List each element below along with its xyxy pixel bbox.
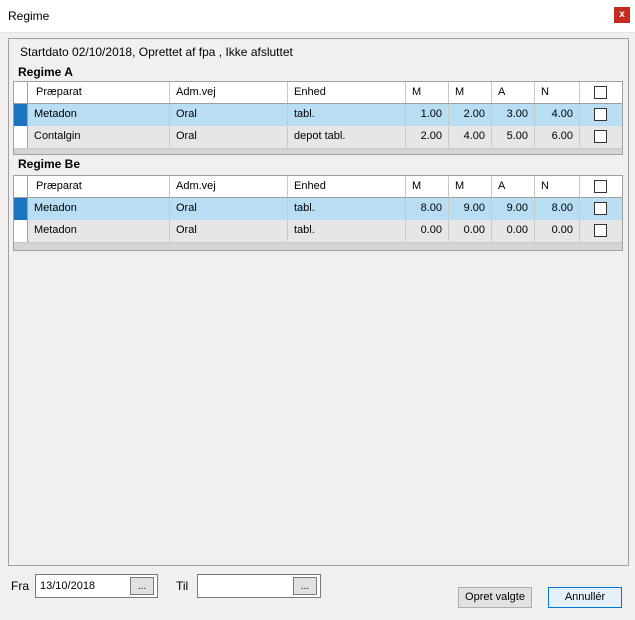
cell-m2[interactable]: 4.00 [449,126,492,147]
col-select-all [580,82,622,103]
til-label: Til [176,579,189,593]
close-button[interactable]: x [614,7,630,23]
til-date-picker-button[interactable]: ... [293,577,317,595]
annuller-button[interactable]: Annullér [548,587,622,608]
row-header-corner [14,82,28,103]
col-praeparat[interactable]: Præparat [28,176,170,197]
cell-n[interactable]: 6.00 [535,126,580,147]
cell-enhed[interactable]: tabl. [288,198,406,219]
col-admvej[interactable]: Adm.vej [170,176,288,197]
regime-a-title: Regime A [18,65,73,79]
header-info: Startdato 02/10/2018, Oprettet af fpa , … [20,45,293,59]
col-a[interactable]: A [492,82,535,103]
table-row[interactable]: Metadon Oral tabl. 1.00 2.00 3.00 4.00 [14,104,622,127]
cell-n[interactable]: 4.00 [535,104,580,125]
cell-praeparat[interactable]: Metadon [28,198,170,219]
cell-m1[interactable]: 8.00 [406,198,449,219]
title-bar: Regime x [0,0,635,33]
row-checkbox[interactable] [594,224,607,237]
row-selector[interactable] [14,104,28,126]
cell-praeparat[interactable]: Contalgin [28,126,170,147]
table-row[interactable]: Contalgin Oral depot tabl. 2.00 4.00 5.0… [14,126,622,149]
cell-m1[interactable]: 2.00 [406,126,449,147]
fra-date-field[interactable]: 13/10/2018 ... [35,574,158,598]
row-checkbox[interactable] [594,108,607,121]
opret-valgte-button[interactable]: Opret valgte [458,587,532,608]
cell-enhed[interactable]: depot tabl. [288,126,406,147]
regime-be-title: Regime Be [18,157,81,171]
cell-m2[interactable]: 0.00 [449,220,492,241]
cell-enhed[interactable]: tabl. [288,220,406,241]
fra-date-picker-button[interactable]: ... [130,577,154,595]
cell-m2[interactable]: 2.00 [449,104,492,125]
row-selector[interactable] [14,220,28,242]
table-row[interactable]: Metadon Oral tabl. 8.00 9.00 9.00 8.00 [14,198,622,221]
cell-admvej[interactable]: Oral [170,126,288,147]
row-selector[interactable] [14,126,28,148]
cell-n[interactable]: 8.00 [535,198,580,219]
cell-praeparat[interactable]: Metadon [28,220,170,241]
col-enhed[interactable]: Enhed [288,82,406,103]
col-m1[interactable]: M [406,176,449,197]
col-n[interactable]: N [535,176,580,197]
cell-m1[interactable]: 0.00 [406,220,449,241]
regime-a-grid: Præparat Adm.vej Enhed M M A N Metadon O… [13,81,623,155]
cell-admvej[interactable]: Oral [170,220,288,241]
cell-a[interactable]: 0.00 [492,220,535,241]
til-date-field[interactable]: ... [197,574,321,598]
regime-panel: Startdato 02/10/2018, Oprettet af fpa , … [8,38,629,566]
cell-praeparat[interactable]: Metadon [28,104,170,125]
cell-a[interactable]: 3.00 [492,104,535,125]
col-select-all [580,176,622,197]
select-all-checkbox[interactable] [594,86,607,99]
col-enhed[interactable]: Enhed [288,176,406,197]
col-a[interactable]: A [492,176,535,197]
table-row[interactable]: Metadon Oral tabl. 0.00 0.00 0.00 0.00 [14,220,622,243]
regime-be-grid: Præparat Adm.vej Enhed M M A N Metadon O… [13,175,623,251]
cell-m2[interactable]: 9.00 [449,198,492,219]
col-m2[interactable]: M [449,176,492,197]
window-title: Regime [8,9,50,23]
col-admvej[interactable]: Adm.vej [170,82,288,103]
grid-header: Præparat Adm.vej Enhed M M A N [14,176,622,198]
row-selector[interactable] [14,198,28,220]
cell-m1[interactable]: 1.00 [406,104,449,125]
cell-a[interactable]: 5.00 [492,126,535,147]
select-all-checkbox[interactable] [594,180,607,193]
cell-n[interactable]: 0.00 [535,220,580,241]
cell-enhed[interactable]: tabl. [288,104,406,125]
row-header-corner [14,176,28,197]
fra-date-value[interactable]: 13/10/2018 [40,580,95,592]
cell-a[interactable]: 9.00 [492,198,535,219]
grid-header: Præparat Adm.vej Enhed M M A N [14,82,622,104]
col-m1[interactable]: M [406,82,449,103]
row-checkbox[interactable] [594,202,607,215]
row-checkbox[interactable] [594,130,607,143]
fra-label: Fra [11,579,29,593]
cell-admvej[interactable]: Oral [170,104,288,125]
col-m2[interactable]: M [449,82,492,103]
col-praeparat[interactable]: Præparat [28,82,170,103]
cell-admvej[interactable]: Oral [170,198,288,219]
col-n[interactable]: N [535,82,580,103]
